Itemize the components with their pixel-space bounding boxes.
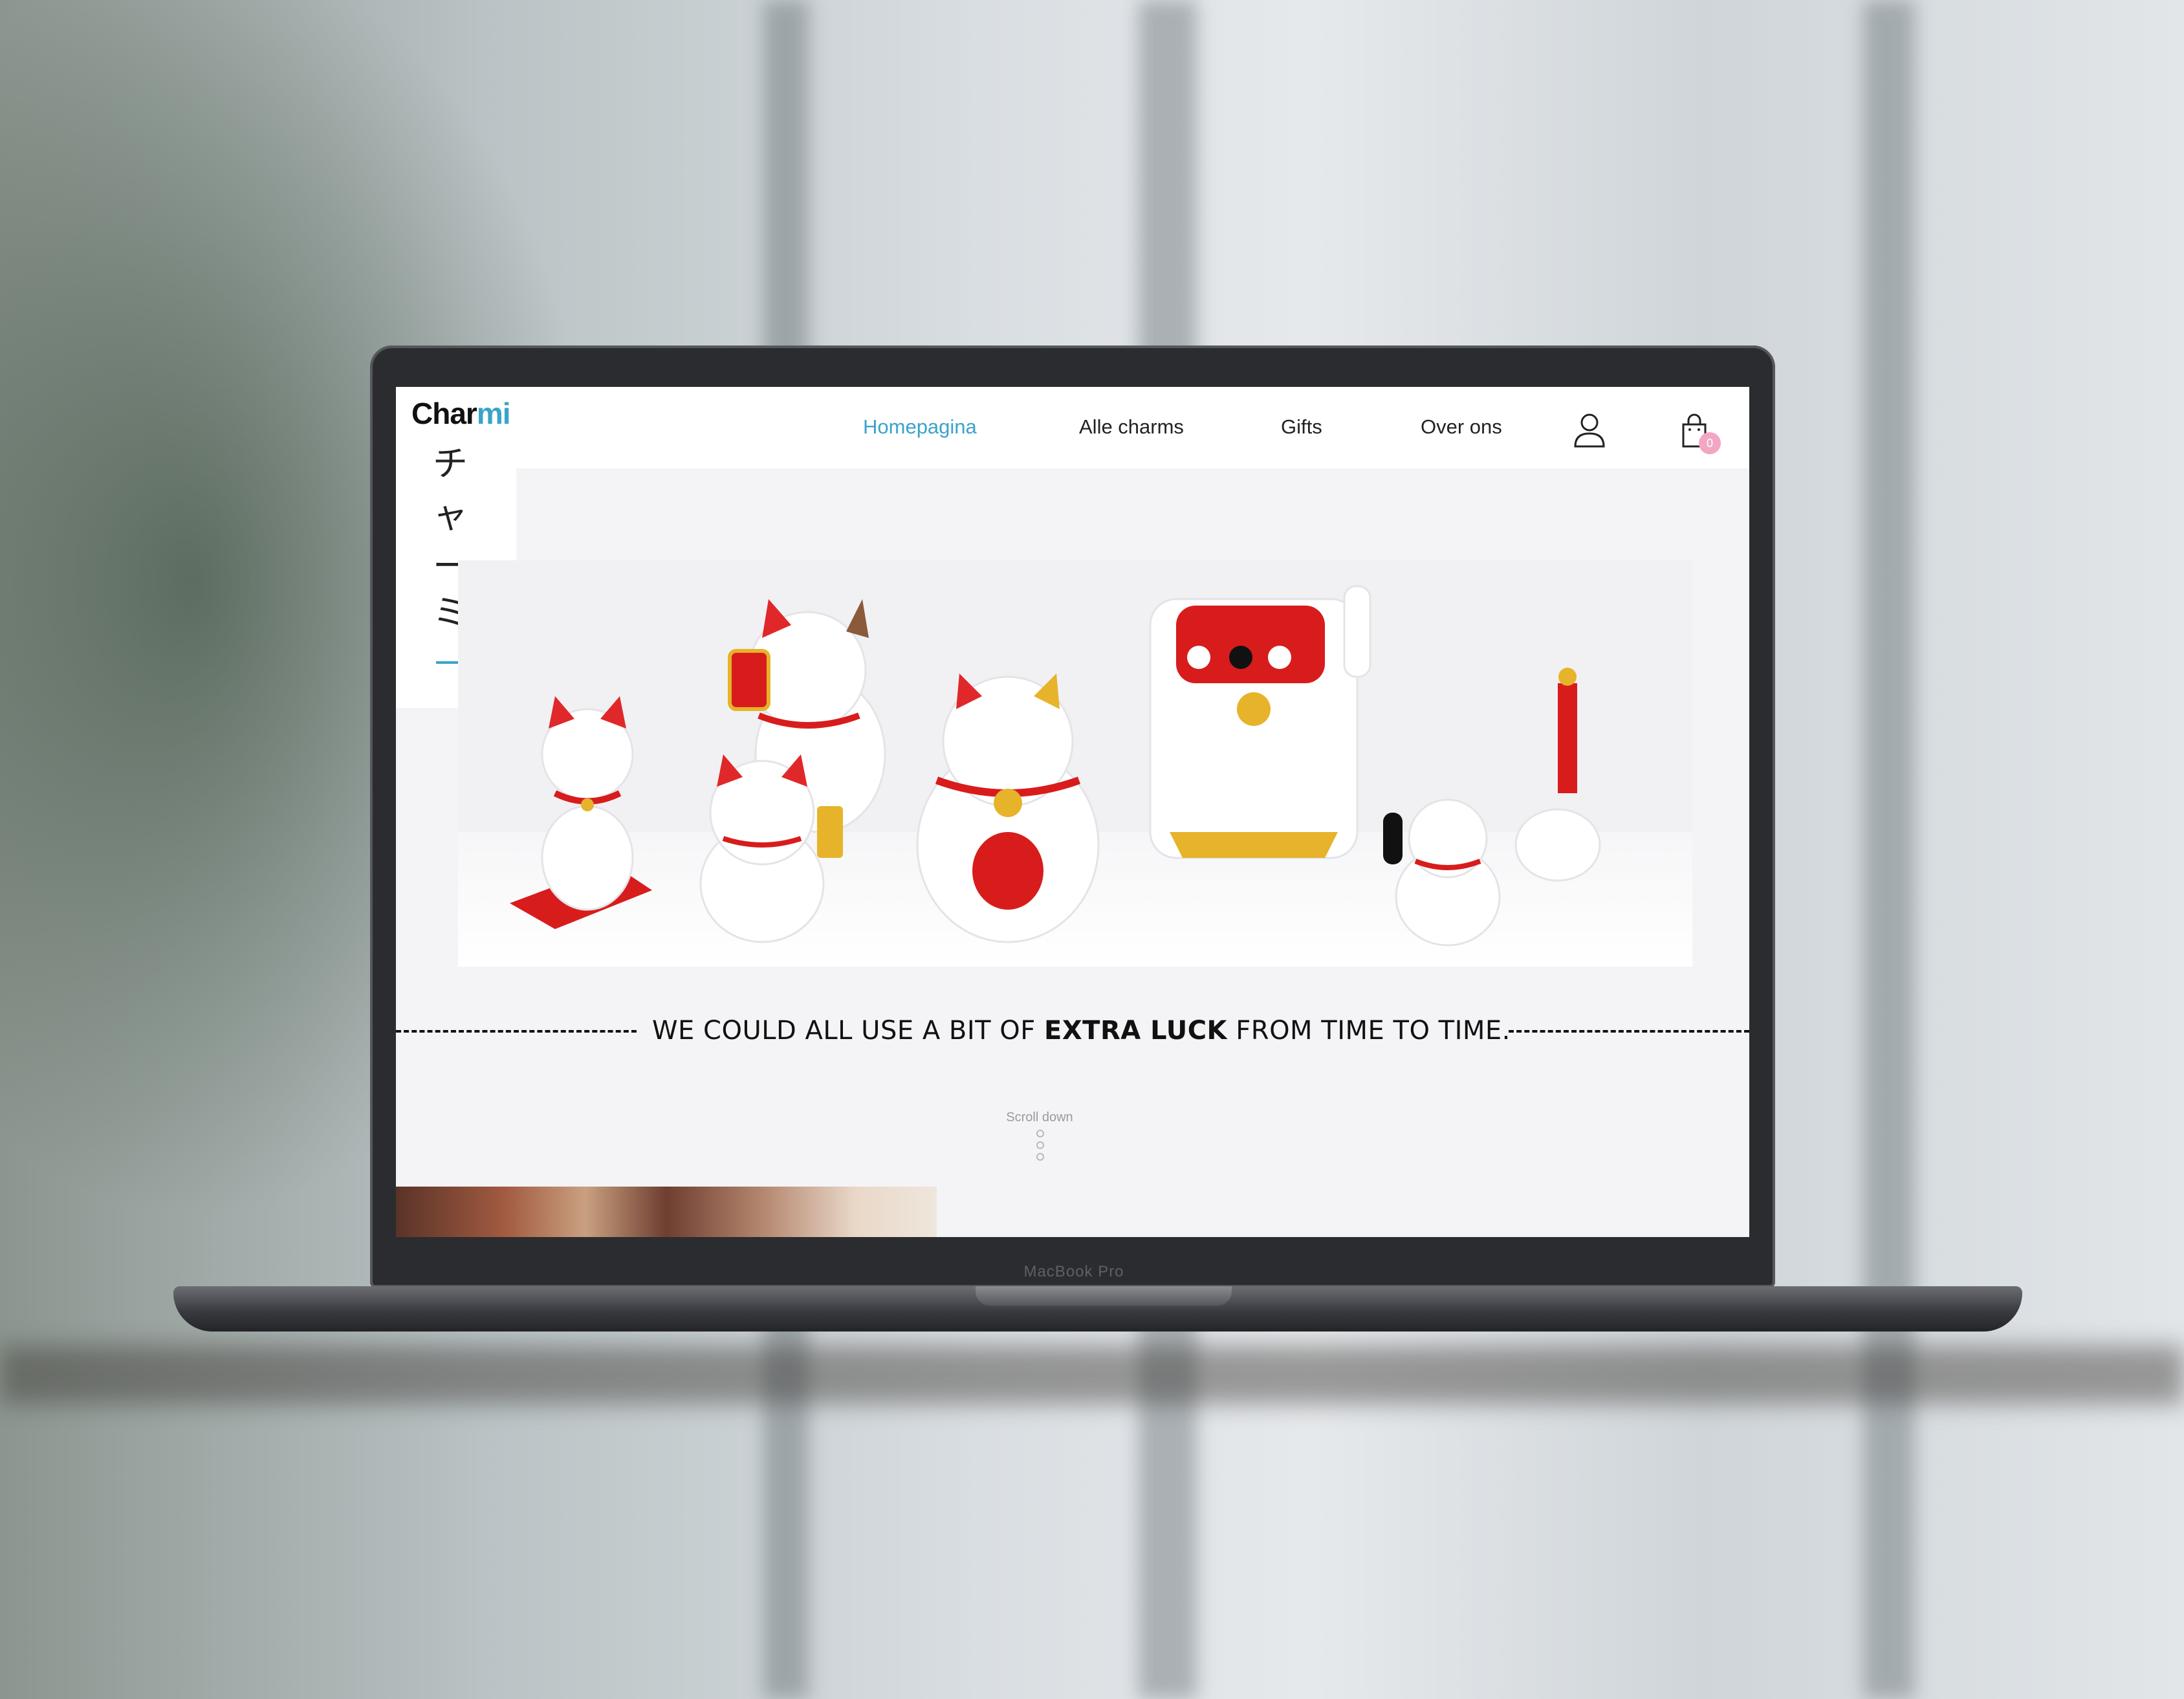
top-navigation <box>396 387 1749 468</box>
tagline-after: FROM TIME TO TIME. <box>1227 1016 1511 1046</box>
nav-homepagina[interactable]: Homepagina <box>863 415 977 439</box>
charms-photo-preview <box>396 1187 937 1237</box>
nav-over-ons[interactable]: Over ons <box>1421 415 1502 439</box>
scroll-down-label[interactable]: Scroll down <box>991 1110 1088 1125</box>
dashed-divider-right <box>1509 1030 1749 1033</box>
nav-gifts[interactable]: Gifts <box>1281 415 1322 439</box>
tagline-before: WE COULD ALL USE A BIT OF <box>652 1016 1045 1046</box>
scroll-dot <box>1036 1153 1044 1161</box>
logo-text-accent: mi <box>476 397 511 430</box>
katakana-char: ャ <box>433 495 468 536</box>
dashed-divider-left <box>396 1030 637 1033</box>
maneki-neko-figurines <box>510 585 1601 947</box>
scroll-dot <box>1036 1141 1044 1149</box>
tagline-row: WE COULD ALL USE A BIT OF EXTRA LUCK FRO… <box>396 1013 1749 1049</box>
tagline-bold: EXTRA LUCK <box>1044 1016 1228 1046</box>
device-label: MacBook Pro <box>1023 1263 1124 1280</box>
tagline: WE COULD ALL USE A BIT OF EXTRA LUCK FRO… <box>652 1016 1511 1046</box>
scroll-dot <box>1036 1130 1044 1137</box>
website-screen: Charmi チ ャ ー ミ Homepagina Alle charms Gi… <box>396 387 1749 1237</box>
cart-count-badge: 0 <box>1699 432 1721 454</box>
laptop-notch <box>976 1286 1232 1306</box>
logo-text-main: Char <box>411 397 477 430</box>
hero-image <box>458 560 1692 967</box>
nav-alle-charms[interactable]: Alle charms <box>1079 415 1184 439</box>
site-logo[interactable]: Charmi <box>411 396 510 431</box>
user-icon[interactable] <box>1573 413 1606 448</box>
katakana-char: チ <box>433 443 468 484</box>
